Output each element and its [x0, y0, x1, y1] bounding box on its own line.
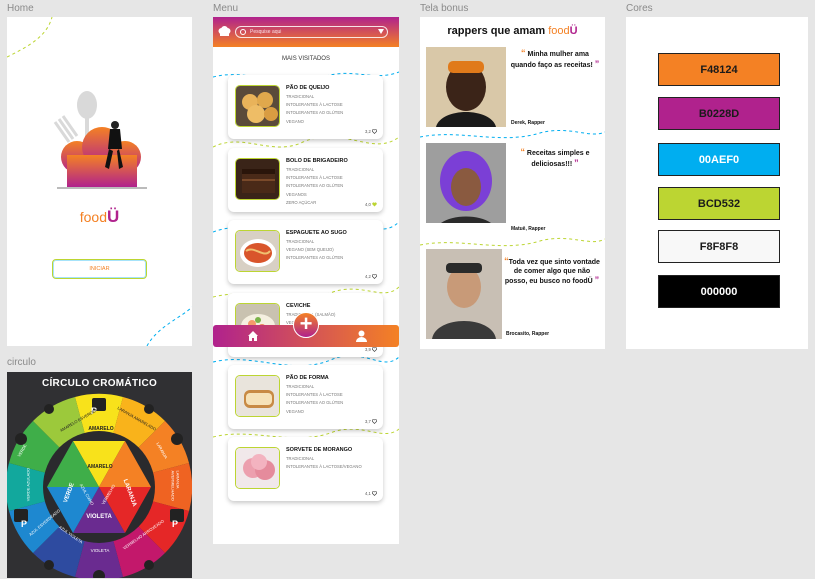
rapper-quote: “ Receitas simples e deliciosas!!! ” [520, 147, 590, 168]
home-icon[interactable] [247, 330, 259, 342]
frame-label-home[interactable]: Home [7, 3, 34, 14]
heart-icon [372, 274, 377, 279]
label-outer-verde-azulado: VERDE AZULADO [25, 467, 31, 502]
food-tags: TRADICIONAL INTOLERANTES À LACTOSE/VEGANO [286, 456, 362, 470]
food-tags: TRADICIONAL INTOLERANTES À LACTOSE INTOLER… [286, 167, 344, 205]
brand-logo: foodÜ [79, 207, 120, 226]
food-rating[interactable]: 3,9 [365, 347, 377, 352]
food-title: CEVICHE [286, 303, 311, 309]
label-inner-violeta: VIOLETA [86, 514, 112, 520]
food-tags: TRADICIONAL INTOLERANTES À LACTOSE INTOLER… [286, 384, 344, 414]
color-wheel-title: CÍRCULO CROMÁTICO [41, 378, 158, 389]
food-card-bolo-de-brigadeiro[interactable]: BOLO DE BRIGADEIRO TRADICIONAL INTOLERANT… [228, 148, 383, 212]
frame-label-menu[interactable]: Menu [213, 3, 238, 14]
food-rating[interactable]: 4,0 [365, 202, 377, 207]
add-button[interactable]: + [293, 312, 319, 338]
rapper-name: Derek, Rapper [511, 120, 545, 126]
menu-frame[interactable]: Pesquise aqui MAIS VISITADOS PÃO DE QUEI… [213, 17, 399, 544]
food-title: SORVETE DE MORANGO [286, 447, 353, 453]
food-thumbnail [235, 158, 280, 200]
chef-hat-icon[interactable] [218, 26, 231, 37]
color-swatch[interactable]: B0228D [658, 97, 780, 130]
food-rating[interactable]: 3,7 [365, 419, 377, 424]
rapper-quote: “ Minha mulher ama quando faço as receit… [510, 48, 600, 69]
frame-label-circulo[interactable]: circulo [7, 357, 36, 368]
food-thumbnail [235, 230, 280, 272]
rapper-photo [426, 143, 506, 223]
frame-label-cores[interactable]: Cores [626, 3, 653, 14]
color-swatch[interactable]: 000000 [658, 275, 780, 308]
food-title: BOLO DE BRIGADEIRO [286, 158, 348, 164]
food-rating[interactable]: 4,2 [365, 274, 377, 279]
user-icon[interactable] [356, 330, 367, 342]
rapper-name: Matuê, Rapper [511, 226, 546, 232]
food-card-sorvete[interactable]: SORVETE DE MORANGO TRADICIONAL INTOLERANT… [228, 437, 383, 501]
bonus-frame[interactable]: rappers que amam foodÜ “ Minha mulher am… [420, 17, 605, 349]
search-input[interactable]: Pesquise aqui [235, 26, 388, 38]
label-outer-laranja-avermelhado: LARANJA AVERMELHADO [170, 470, 181, 501]
badge-primary-red: P [172, 519, 179, 529]
heart-icon [372, 491, 377, 496]
food-thumbnail [235, 375, 280, 417]
food-rating[interactable]: 4,1 [365, 491, 377, 496]
frame-label-bonus[interactable]: Tela bonus [420, 3, 468, 14]
color-wheel-frame[interactable]: CÍRCULO CROMÁTICO P P P AMARELO AMARELO … [7, 372, 192, 578]
start-button[interactable]: INICIAR [52, 259, 147, 279]
label-outer-amarelo: AMARELO [88, 426, 114, 432]
food-rating[interactable]: 3,2 [365, 129, 377, 134]
chef-hat-logo-icon [53, 91, 147, 189]
label-inner-amarelo: AMARELO [87, 464, 113, 470]
label-outer-violeta: VIOLETA [90, 548, 110, 553]
filter-icon[interactable] [378, 29, 384, 34]
food-title: ESPAGUETE AO SUGO [286, 230, 347, 236]
search-icon [240, 29, 246, 35]
food-title: PÃO DE FORMA [286, 375, 329, 381]
rapper-photo [426, 47, 506, 127]
food-card-pao-de-forma[interactable]: PÃO DE FORMA TRADICIONAL INTOLERANTES À L… [228, 365, 383, 429]
colors-frame[interactable]: F48124 B0228D 00AEF0 BCD532 F8F8F8 00000… [626, 17, 808, 349]
badge-primary-blue: P [21, 519, 28, 529]
food-card-espaguete[interactable]: ESPAGUETE AO SUGO TRADICIONAL VEGANO (SEM… [228, 220, 383, 284]
food-thumbnail [235, 85, 280, 127]
color-swatch[interactable]: F8F8F8 [658, 230, 780, 263]
rapper-name: Brocasito, Rapper [506, 331, 550, 337]
rapper-quote: “Toda vez que sinto vontade de comer alg… [504, 256, 600, 286]
section-title: MAIS VISITADOS [282, 56, 330, 62]
color-swatch[interactable]: 00AEF0 [658, 143, 780, 176]
food-card-pao-de-queijo[interactable]: PÃO DE QUEIJO TRADICIONAL INTOLERANTES À … [228, 75, 383, 139]
food-thumbnail [235, 447, 280, 489]
heart-icon [372, 347, 377, 352]
color-swatch[interactable]: F48124 [658, 53, 780, 86]
food-title: PÃO DE QUEIJO [286, 85, 330, 91]
food-tags: TRADICIONAL VEGANO (SEM QUEIJO) INTOLERANT… [286, 239, 344, 261]
color-swatch[interactable]: BCD532 [658, 187, 780, 220]
heart-filled-icon [372, 202, 377, 207]
rapper-photo [426, 249, 502, 339]
heart-icon [372, 419, 377, 424]
heart-icon [372, 129, 377, 134]
home-frame[interactable]: foodÜ INICIAR [7, 17, 192, 346]
food-tags: TRADICIONAL INTOLERANTES À LACTOSE INTOLER… [286, 94, 344, 124]
